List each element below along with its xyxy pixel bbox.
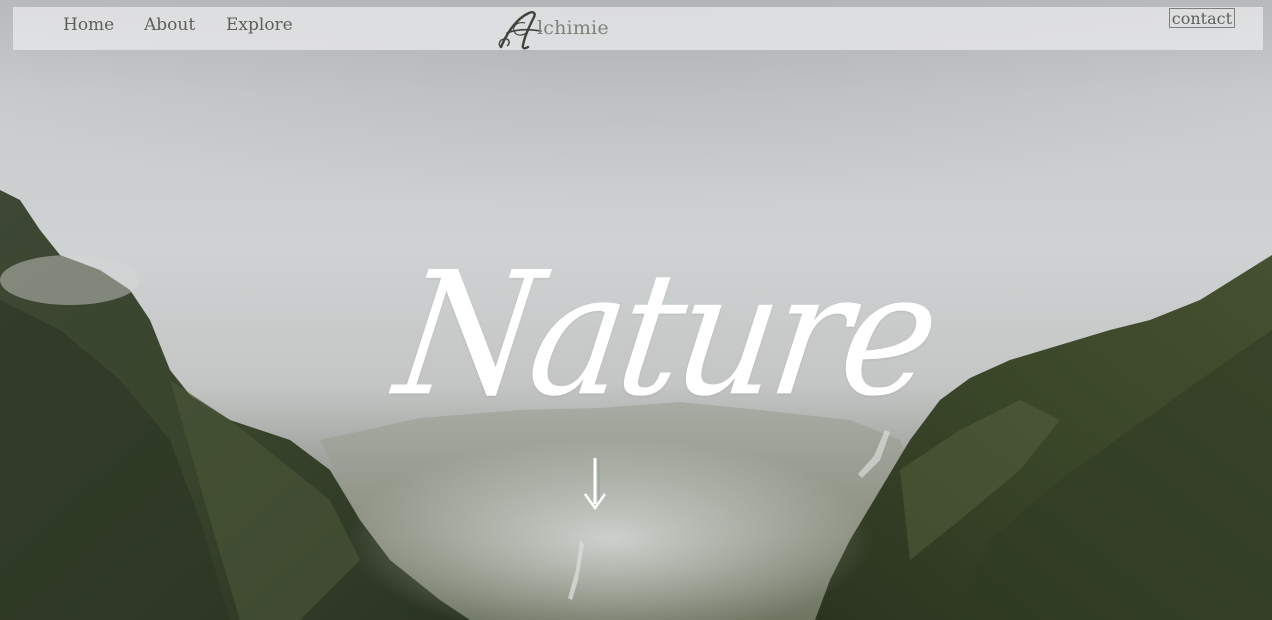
down-arrow-icon[interactable] <box>580 456 610 512</box>
nav-explore-link[interactable]: Explore <box>226 15 293 35</box>
hero-section: Home About Explore lchimie contact Natur… <box>0 0 1272 620</box>
brand-logo[interactable]: lchimie <box>495 7 655 50</box>
top-navbar: Home About Explore lchimie contact <box>13 7 1263 50</box>
brand-name: lchimie <box>537 17 609 39</box>
hero-title-wrap: Nature <box>386 230 945 440</box>
contact-button[interactable]: contact <box>1168 8 1235 28</box>
nav-about-link[interactable]: About <box>144 15 195 35</box>
nav-home-link[interactable]: Home <box>63 15 114 35</box>
hero-title: Nature <box>386 235 945 435</box>
